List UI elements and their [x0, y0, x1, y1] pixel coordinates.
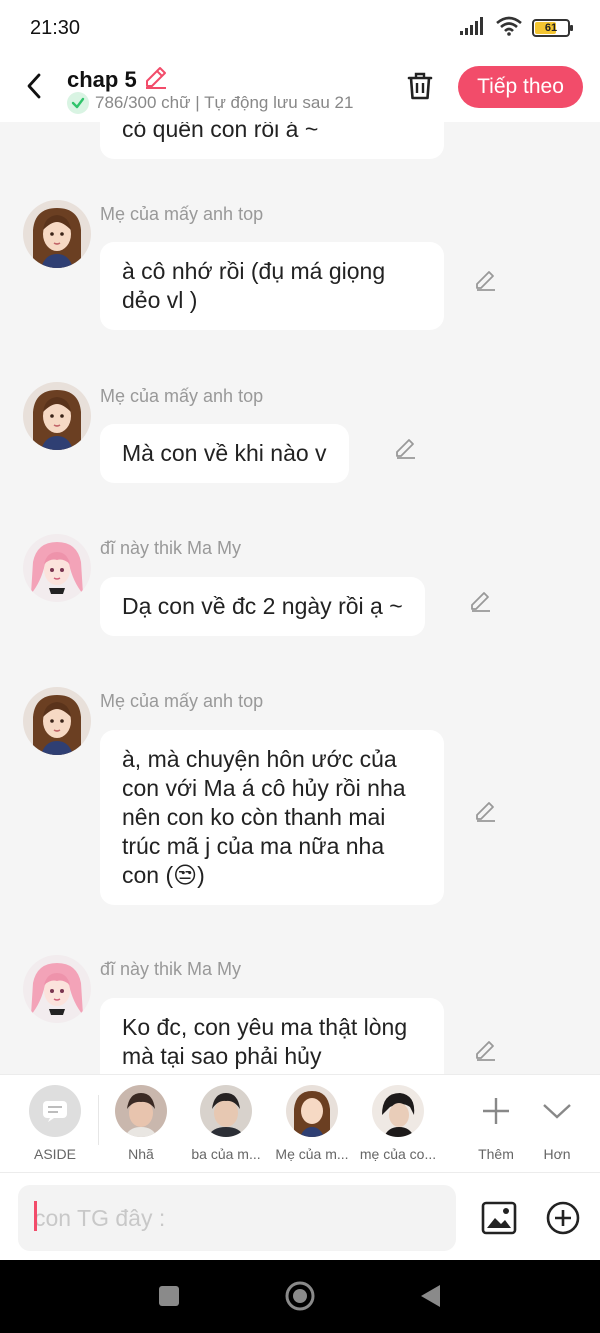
more-options-button[interactable]	[544, 1199, 582, 1237]
add-label: Thêm	[478, 1146, 514, 1162]
message-bubble[interactable]: có quên con rồi á ~	[100, 122, 444, 159]
signal-icon	[460, 16, 486, 40]
edit-message-icon[interactable]	[392, 434, 420, 462]
delete-button[interactable]	[404, 68, 436, 104]
message-bubble[interactable]: Dạ con về đc 2 ngày rồi ạ ~	[100, 577, 425, 636]
speaker-name: đĩ này thik Ma My	[100, 538, 242, 558]
recents-button[interactable]	[151, 1278, 187, 1314]
message-text: Ko đc, con yêu ma thật lòng mà tại sao p…	[122, 1014, 408, 1069]
message-bubble[interactable]: Ko đc, con yêu ma thật lòng mà tại sao p…	[100, 998, 444, 1074]
aside-icon	[29, 1085, 81, 1137]
character-label: Nhã	[128, 1146, 154, 1162]
plus-circle-icon	[546, 1201, 580, 1235]
chevron-down-icon	[531, 1085, 583, 1137]
message-bubble[interactable]: à, mà chuyện hôn ước của con với Ma á cô…	[100, 730, 444, 905]
next-button[interactable]: Tiếp theo	[458, 66, 583, 108]
edit-message-icon[interactable]	[472, 266, 500, 294]
system-nav-bar	[0, 1260, 600, 1333]
back-button[interactable]	[18, 68, 50, 104]
edit-message-icon[interactable]	[472, 1036, 500, 1064]
message-input[interactable]	[18, 1185, 456, 1251]
character-avatar	[115, 1085, 167, 1137]
status-icons: 61	[460, 16, 573, 41]
chevron-left-icon	[27, 73, 41, 99]
home-button[interactable]	[282, 1278, 318, 1314]
speaker-name: Mẹ của mấy anh top	[100, 386, 264, 406]
message-bubble[interactable]: à cô nhớ rồi (đụ má giọng dẻo vl )	[100, 242, 444, 330]
check-icon	[67, 92, 89, 114]
insert-image-button[interactable]	[480, 1199, 518, 1237]
composer	[0, 1172, 600, 1260]
character-aside[interactable]: ASIDE	[13, 1085, 97, 1162]
character-selector: ASIDE Nhã ba của m... Mẹ của m... mẹ của…	[0, 1074, 600, 1172]
word-count-status: 786/300 chữ | Tự động lưu sau 21	[67, 92, 353, 114]
character-father[interactable]: ba của m...	[184, 1085, 268, 1162]
character-label: Mẹ của m...	[275, 1146, 349, 1162]
more-characters-button[interactable]: Hơn	[515, 1085, 599, 1162]
character-other-mother[interactable]: mẹ của co...	[356, 1085, 440, 1162]
character-nha[interactable]: Nhã	[99, 1085, 183, 1162]
trash-icon	[407, 72, 433, 100]
battery-level: 61	[544, 22, 558, 34]
character-avatar	[372, 1085, 424, 1137]
more-label: Hơn	[543, 1146, 571, 1162]
back-nav-button[interactable]	[412, 1278, 448, 1314]
message-text: à, mà chuyện hôn ước của con với Ma á cô…	[122, 746, 406, 888]
character-avatar	[200, 1085, 252, 1137]
message-bubble[interactable]: Mà con về khi nào v	[100, 424, 349, 483]
speaker-name: đĩ này thik Ma My	[100, 959, 242, 979]
avatar-mother[interactable]	[23, 687, 91, 755]
word-count-text: 786/300 chữ | Tự động lưu sau 21	[95, 93, 354, 112]
message-text: à cô nhớ rồi (đụ má giọng dẻo vl )	[122, 258, 386, 313]
avatar-pink-girl[interactable]	[23, 534, 91, 602]
status-time: 21:30	[30, 16, 81, 39]
image-icon	[481, 1201, 517, 1235]
square-icon	[159, 1286, 179, 1306]
character-avatar	[286, 1085, 338, 1137]
avatar-mother[interactable]	[23, 382, 91, 450]
status-bar: 21:30 61	[0, 0, 600, 56]
edit-message-icon[interactable]	[467, 587, 495, 615]
message-text: có quên con rồi á ~	[122, 122, 319, 142]
speaker-name: Mẹ của mấy anh top	[100, 204, 264, 224]
editor-header: chap 5 786/300 chữ | Tự động lưu sau 21 …	[0, 56, 600, 122]
character-label: mẹ của co...	[359, 1146, 437, 1162]
chapter-title-text: chap 5	[67, 67, 137, 92]
battery-icon: 61	[532, 19, 573, 37]
chat-area[interactable]: có quên con rồi á ~ Mẹ của mấy anh top à…	[0, 122, 600, 1074]
speaker-name: Mẹ của mấy anh top	[100, 691, 264, 711]
avatar-mother[interactable]	[23, 200, 91, 268]
edit-message-icon[interactable]	[472, 797, 500, 825]
message-text: Mà con về khi nào v	[122, 440, 327, 466]
character-mother[interactable]: Mẹ của m...	[270, 1085, 354, 1162]
avatar-pink-girl[interactable]	[23, 955, 91, 1023]
character-label: ASIDE	[33, 1146, 76, 1162]
text-caret	[34, 1201, 37, 1231]
wifi-icon	[496, 16, 522, 41]
message-text: Dạ con về đc 2 ngày rồi ạ ~	[122, 593, 403, 619]
triangle-back-icon	[421, 1285, 440, 1307]
character-label: ba của m...	[191, 1146, 261, 1162]
circle-icon	[285, 1281, 315, 1311]
